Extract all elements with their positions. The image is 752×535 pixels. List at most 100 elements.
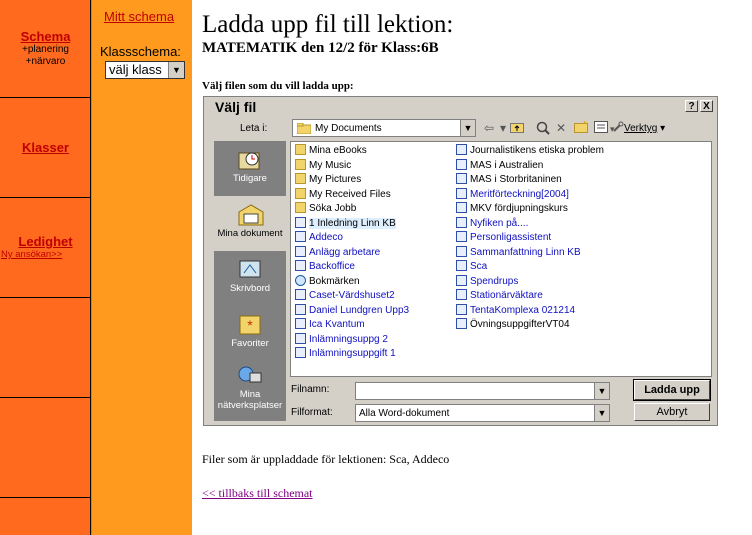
list-item[interactable]: Anlägg arbetare bbox=[295, 245, 380, 260]
list-item[interactable]: Addeco bbox=[295, 231, 343, 245]
folder-icon bbox=[295, 202, 306, 213]
word-document-icon bbox=[456, 289, 467, 300]
place-natverksplatser-label: Mina nätverksplatser bbox=[217, 389, 283, 411]
new-folder-icon[interactable] bbox=[574, 120, 588, 136]
mitt-schema-link[interactable]: Mitt schema bbox=[104, 9, 174, 24]
list-item[interactable]: MKV fördjupningskurs bbox=[456, 202, 568, 216]
file-name: Mina eBooks bbox=[309, 145, 367, 156]
leta-i-select[interactable]: My Documents ▼ bbox=[292, 119, 476, 137]
file-name: My Pictures bbox=[309, 174, 362, 185]
list-item[interactable]: Bokmärken bbox=[295, 274, 360, 289]
place-favoriter[interactable]: * Favoriter bbox=[214, 306, 286, 361]
nav-cell-empty-3 bbox=[0, 498, 91, 535]
place-mina-dokument[interactable]: Mina dokument bbox=[214, 196, 286, 251]
word-document-icon bbox=[456, 187, 467, 199]
list-item[interactable]: MAS i Australien bbox=[456, 158, 544, 173]
file-name: ÖvningsuppgifterVT04 bbox=[470, 319, 570, 330]
word-document-icon bbox=[456, 144, 467, 155]
schedule-column: Mitt schema Klassschema: välj klass ▼ bbox=[92, 0, 192, 535]
filnamn-label: Filnamn: bbox=[291, 384, 330, 395]
file-name: MAS i Storbritaninen bbox=[470, 174, 562, 185]
list-item[interactable]: Söka Jobb bbox=[295, 202, 356, 216]
klassschema-label: Klassschema: bbox=[100, 44, 181, 59]
list-item[interactable]: Backoffice bbox=[295, 260, 355, 274]
list-item[interactable]: Mina eBooks bbox=[295, 144, 367, 158]
filformat-select[interactable]: Alla Word-dokument ▼ bbox=[355, 404, 610, 422]
word-document-icon bbox=[295, 216, 306, 228]
ny-ansokan-link[interactable]: Ny ansökan>> bbox=[0, 249, 91, 260]
back-arrow-icon[interactable]: ⇦ bbox=[484, 121, 494, 135]
word-document-icon bbox=[456, 260, 467, 271]
word-document-icon bbox=[295, 318, 306, 329]
list-item[interactable]: MAS i Storbritaninen bbox=[456, 173, 562, 187]
word-document-icon bbox=[456, 303, 467, 315]
chevron-down-icon[interactable]: ▾ bbox=[500, 121, 506, 135]
up-folder-icon[interactable] bbox=[510, 121, 524, 136]
list-item[interactable]: Journalistikens etiska problem bbox=[456, 144, 604, 158]
file-name: MKV fördjupningskurs bbox=[470, 203, 568, 214]
folder-icon bbox=[295, 158, 306, 170]
list-item[interactable]: Inlämningsuppgift 1 bbox=[295, 347, 396, 361]
file-name: Caset-Värdshuset2 bbox=[309, 290, 395, 301]
network-places-icon bbox=[238, 365, 262, 387]
list-item[interactable]: My Pictures bbox=[295, 173, 361, 187]
nav-link-schema[interactable]: Schema bbox=[0, 29, 91, 44]
nav-link-klasser[interactable]: Klasser bbox=[0, 140, 91, 155]
word-document-icon bbox=[456, 231, 467, 242]
file-name: Journalistikens etiska problem bbox=[470, 145, 604, 156]
file-name: Backoffice bbox=[309, 261, 355, 272]
chevron-down-icon[interactable]: ▼ bbox=[460, 120, 475, 136]
list-item[interactable]: Spendrups bbox=[456, 274, 518, 289]
filnamn-input[interactable]: ▼ bbox=[355, 382, 610, 400]
list-item[interactable]: Ica Kvantum bbox=[295, 318, 365, 332]
schema-planering-label: +planering bbox=[22, 44, 69, 55]
delete-icon[interactable]: ✕ bbox=[556, 121, 566, 135]
list-item[interactable]: Nyfiken på.... bbox=[456, 216, 529, 231]
chevron-down-icon[interactable]: ▼ bbox=[168, 62, 184, 78]
folder-icon bbox=[295, 187, 306, 199]
help-button[interactable]: ? bbox=[685, 100, 698, 112]
list-item[interactable]: TentaKomplexa 021214 bbox=[456, 303, 575, 318]
place-natverksplatser[interactable]: Mina nätverksplatser bbox=[214, 361, 286, 421]
back-to-schedule-link[interactable]: << tillbaks till schemat bbox=[202, 486, 313, 501]
nav-link-ledighet[interactable]: Ledighet bbox=[0, 234, 91, 249]
search-web-icon[interactable] bbox=[536, 121, 550, 138]
list-item[interactable]: Inlämningsuppg 2 bbox=[295, 332, 388, 347]
list-item[interactable]: Daniel Lundgren Upp3 bbox=[295, 303, 409, 318]
choose-file-label: Välj filen som du vill ladda upp: bbox=[202, 80, 354, 92]
word-document-icon bbox=[295, 231, 306, 242]
close-button[interactable]: X bbox=[700, 100, 713, 112]
file-name: MAS i Australien bbox=[470, 159, 544, 171]
list-item[interactable]: Meritförteckning[2004] bbox=[456, 187, 569, 202]
tools-icon[interactable] bbox=[612, 121, 624, 136]
word-document-icon bbox=[295, 260, 306, 271]
chevron-down-icon[interactable]: ▼ bbox=[594, 383, 609, 399]
file-name: Ica Kvantum bbox=[309, 319, 365, 330]
word-document-icon bbox=[295, 289, 306, 300]
places-bar: Tidigare Mina dokument Skrivbord * Favor… bbox=[214, 141, 286, 421]
list-item[interactable]: Caset-Värdshuset2 bbox=[295, 289, 395, 303]
list-item[interactable]: My Music bbox=[295, 158, 351, 173]
list-item[interactable]: My Received Files bbox=[295, 187, 391, 202]
chevron-down-icon[interactable]: ▼ bbox=[594, 405, 609, 421]
filformat-label: Filformat: bbox=[291, 407, 333, 418]
list-item[interactable]: Stationärväktare bbox=[456, 289, 543, 303]
list-item[interactable]: Sammanfattning Linn KB bbox=[456, 245, 581, 260]
list-item[interactable]: Personligassistent bbox=[456, 231, 551, 245]
list-item[interactable]: ÖvningsuppgifterVT04 bbox=[456, 318, 570, 332]
place-tidigare[interactable]: Tidigare bbox=[214, 141, 286, 196]
list-item[interactable]: Sca bbox=[456, 260, 487, 274]
views-icon[interactable] bbox=[594, 121, 608, 136]
avbryt-button[interactable]: Avbryt bbox=[634, 403, 710, 421]
ladda-upp-button[interactable]: Ladda upp bbox=[633, 379, 711, 401]
svg-text:*: * bbox=[247, 317, 253, 333]
folder-icon bbox=[296, 122, 312, 137]
word-document-icon bbox=[456, 173, 467, 184]
file-name: My Received Files bbox=[309, 188, 391, 200]
klass-select[interactable]: välj klass ▼ bbox=[105, 61, 185, 79]
file-name: Nyfiken på.... bbox=[470, 217, 529, 229]
file-name: Inlämningsuppgift 1 bbox=[309, 348, 396, 359]
place-skrivbord[interactable]: Skrivbord bbox=[214, 251, 286, 306]
verktyg-menu[interactable]: Verktyg ▾ bbox=[624, 123, 665, 134]
list-item[interactable]: 1 Inledning Linn KB bbox=[295, 216, 396, 231]
